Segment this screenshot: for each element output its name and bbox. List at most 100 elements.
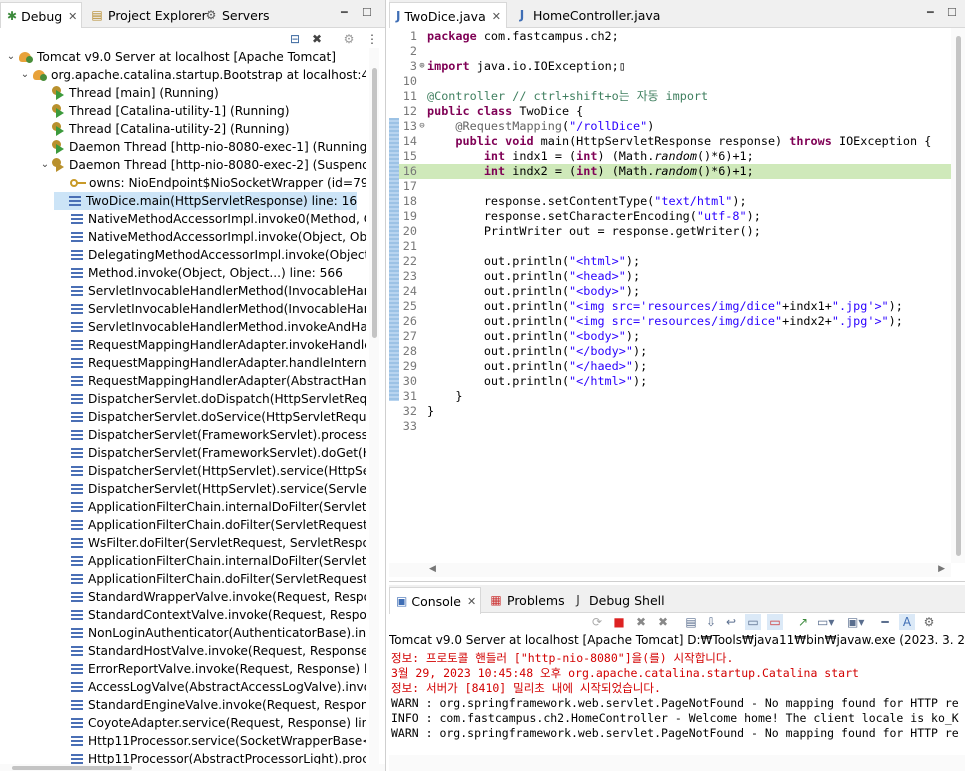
stack-frame-row[interactable]: Method.invoke(Object, Object...) line: 5… — [56, 264, 343, 282]
tab-console[interactable]: ▣ Console ✕ — [389, 587, 481, 614]
launch-row[interactable]: ⌄ Tomcat v9.0 Server at localhost [Apache… — [4, 48, 336, 66]
stack-frame-row[interactable]: WsFilter.doFilter(ServletRequest, Servle… — [56, 534, 366, 552]
tab-servers[interactable]: ⚙ Servers — [198, 2, 276, 28]
show-on-stdout-icon[interactable]: ▭ — [745, 614, 761, 630]
thread-row[interactable]: Daemon Thread [http-nio-8080-exec-1] (Ru… — [38, 138, 366, 156]
code-line[interactable]: 32} — [389, 404, 965, 419]
stack-frame-row[interactable]: Http11Processor.service(SocketWrapperBas… — [56, 732, 366, 750]
code-line[interactable]: 16⇨ int indx2 = (int) (Math.random()*6)+… — [389, 164, 965, 179]
launch-row[interactable]: ⌄ org.apache.catalina.startup.Bootstrap a… — [18, 66, 366, 84]
stack-frame-row[interactable]: ApplicationFilterChain.doFilter(ServletR… — [56, 570, 366, 588]
stack-frame-row[interactable]: DispatcherServlet(FrameworkServlet).doGe… — [56, 444, 366, 462]
editor-vertical-scrollbar[interactable] — [951, 28, 965, 563]
fold-toggle-icon[interactable]: ⊖ — [417, 119, 427, 134]
stack-frame-row[interactable]: CoyoteAdapter.service(Request, Response)… — [56, 714, 366, 732]
stack-frame-row[interactable]: NativeMethodAccessorImpl.invoke0(Method,… — [56, 210, 366, 228]
minimize-icon[interactable]: ━ — [877, 614, 893, 630]
show-on-stderr-icon[interactable]: ▭ — [767, 614, 783, 630]
remove-launch-icon[interactable]: ✖ — [633, 614, 649, 630]
tab-twodice-java[interactable]: J TwoDice.java ✕ — [389, 2, 507, 29]
stack-frame-row[interactable]: ErrorReportValve.invoke(Request, Respons… — [56, 660, 366, 678]
word-wrap-icon[interactable]: ↩ — [723, 614, 739, 630]
thread-row[interactable]: Thread [Catalina-utility-1] (Running) — [38, 102, 290, 120]
stack-frame-row[interactable]: ServletInvocableHandlerMethod(InvocableH… — [56, 300, 366, 318]
stack-frame-row[interactable]: DelegatingMethodAccessorImpl.invoke(Obje… — [56, 246, 366, 264]
thread-row[interactable]: Thread [Catalina-utility-2] (Running) — [38, 120, 290, 138]
code-line[interactable]: 28 out.println("</body>"); — [389, 344, 965, 359]
expand-chevron-icon[interactable]: ⌄ — [4, 48, 18, 66]
stack-frame-row[interactable]: RequestMappingHandlerAdapter.invokeHandl… — [56, 336, 366, 354]
code-line[interactable]: 14 public void main(HttpServletResponse … — [389, 134, 965, 149]
view-menu-icon[interactable]: ⋮ — [364, 31, 380, 47]
display-selected-console-icon[interactable]: ▭▾ — [817, 614, 834, 630]
tab-problems[interactable]: ▦ Problems — [483, 587, 571, 613]
close-icon[interactable]: ✕ — [68, 10, 77, 23]
tab-debug-shell[interactable]: J Debug Shell — [565, 587, 671, 613]
expand-chevron-icon[interactable]: ⌄ — [38, 156, 52, 174]
stack-frame-row[interactable]: DispatcherServlet.doDispatch(HttpServlet… — [56, 390, 366, 408]
code-editor[interactable]: 1 package com.fastcampus.ch2; 2 3 ⊕ import ja… — [389, 28, 965, 563]
auto-completion-icon[interactable]: A — [899, 614, 915, 630]
open-console-icon[interactable]: ▣▾ — [847, 614, 864, 630]
stack-frame-row[interactable]: RequestMappingHandlerAdapter.handleInter… — [56, 354, 366, 372]
close-icon[interactable]: ✕ — [492, 10, 501, 23]
tab-project-explorer[interactable]: ▤ Project Explorer — [84, 2, 213, 28]
code-line[interactable]: 11 @Controller // ctrl+shift+o는 자동 import — [389, 89, 965, 104]
code-line[interactable]: 10 — [389, 74, 965, 89]
fold-toggle-icon[interactable]: ⊕ — [417, 59, 427, 74]
debug-view-options-icon[interactable]: ⚙ — [341, 31, 357, 47]
remove-all-terminated-icon[interactable]: ✖ — [655, 614, 671, 630]
stack-frame-row[interactable]: RequestMappingHandlerAdapter(AbstractHan… — [56, 372, 366, 390]
stack-frame-row[interactable]: AccessLogValve(AbstractAccessLogValve).i… — [56, 678, 366, 696]
code-line[interactable]: 13 ⊖ @RequestMapping("/rollDice") — [389, 119, 965, 134]
stack-frame-row[interactable]: StandardWrapperValve.invoke(Request, Res… — [56, 588, 366, 606]
stack-frame-row[interactable]: DispatcherServlet(HttpServlet).service(H… — [56, 462, 366, 480]
stack-frame-row[interactable]: ServletInvocableHandlerMethod(InvocableH… — [56, 282, 366, 300]
stack-frame-row[interactable]: DispatcherServlet(HttpServlet).service(S… — [56, 480, 366, 498]
stack-frame-row[interactable]: DispatcherServlet.doService(HttpServletR… — [56, 408, 366, 426]
stack-frame-row[interactable]: StandardHostValve.invoke(Request, Respon… — [56, 642, 366, 660]
terminate-icon[interactable]: ■ — [611, 614, 627, 630]
stack-frame-row[interactable]: NativeMethodAccessorImpl.invoke(Object, … — [56, 228, 366, 246]
code-line[interactable]: 23 out.println("<head>"); — [389, 269, 965, 284]
code-line[interactable]: 29 out.println("</haed>"); — [389, 359, 965, 374]
code-line[interactable]: 22 out.println("<html>"); — [389, 254, 965, 269]
maximize-icon[interactable]: ☐ — [947, 6, 957, 19]
code-line[interactable]: 26 out.println("<img src='resources/img/… — [389, 314, 965, 329]
code-line[interactable]: 1 package com.fastcampus.ch2; — [389, 29, 965, 44]
relaunch-icon[interactable]: ⟳ — [589, 614, 605, 630]
debug-horizontal-scrollbar[interactable] — [0, 764, 385, 771]
stack-frame-row[interactable]: StandardEngineValve.invoke(Request, Resp… — [56, 696, 366, 714]
code-line[interactable]: 18 response.setContentType("text/html"); — [389, 194, 965, 209]
code-line[interactable]: 24 out.println("<body>"); — [389, 284, 965, 299]
code-line[interactable]: 3 ⊕ import java.io.IOException;▯ — [389, 59, 965, 74]
stack-frame-row[interactable]: ApplicationFilterChain.internalDoFilter(… — [56, 552, 366, 570]
code-line[interactable]: 31 } — [389, 389, 965, 404]
stack-frame-row[interactable]: ApplicationFilterChain.doFilter(ServletR… — [56, 516, 366, 534]
thread-row[interactable]: ⌄ Daemon Thread [http-nio-8080-exec-2] (S… — [38, 156, 366, 174]
debug-vertical-scrollbar[interactable] — [369, 48, 379, 765]
stack-frame-row[interactable]: ServletInvocableHandlerMethod.invokeAndH… — [56, 318, 366, 336]
code-line[interactable]: 33 — [389, 419, 965, 434]
minimize-icon[interactable]: ━ — [927, 6, 934, 19]
tab-homecontroller-java[interactable]: J HomeController.java — [509, 2, 666, 28]
stack-frame-row[interactable]: StandardContextValve.invoke(Request, Res… — [56, 606, 366, 624]
stack-frame-row[interactable]: NonLoginAuthenticator(AuthenticatorBase)… — [56, 624, 366, 642]
settings-icon[interactable]: ⚙ — [921, 614, 937, 630]
code-line[interactable]: 30 out.println("</html>"); — [389, 374, 965, 389]
scroll-left-icon[interactable]: ◀ — [429, 564, 436, 574]
console-horizontal-scrollbar[interactable] — [389, 755, 965, 771]
code-line[interactable]: 19 response.setCharacterEncoding("utf-8"… — [389, 209, 965, 224]
console-output[interactable]: 정보: 프로토콜 핸들러 ["http-nio-8080"]을(를) 시작합니다… — [389, 649, 965, 753]
clear-console-icon[interactable]: ▤ — [683, 614, 699, 630]
remove-all-terminated-icon[interactable]: ✖ — [309, 31, 325, 47]
monitor-row[interactable]: owns: NioEndpoint$NioSocketWrapper (id=7… — [56, 174, 366, 192]
code-line[interactable]: 17 — [389, 179, 965, 194]
scroll-right-icon[interactable]: ▶ — [938, 564, 945, 574]
stack-frame-row[interactable]: TwoDice.main(HttpServletResponse) line: … — [54, 192, 358, 210]
expand-chevron-icon[interactable]: ⌄ — [18, 66, 32, 84]
thread-row[interactable]: Thread [main] (Running) — [38, 84, 219, 102]
code-line[interactable]: 2 — [389, 44, 965, 59]
pin-console-icon[interactable]: ↗ — [795, 614, 811, 630]
maximize-icon[interactable]: ☐ — [362, 6, 372, 19]
